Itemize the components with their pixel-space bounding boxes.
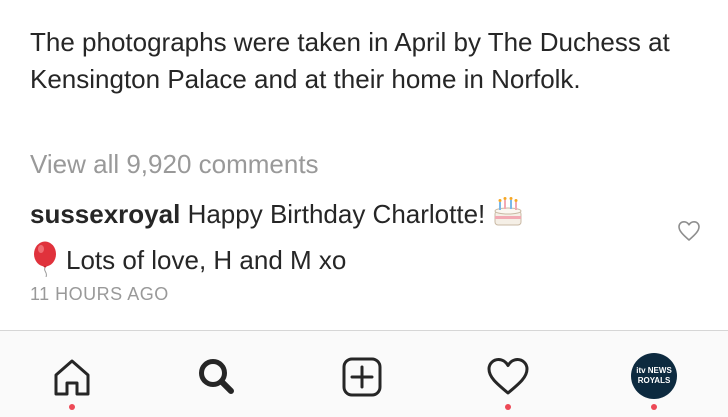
instagram-post-screen: The photographs were taken in April by T… bbox=[0, 0, 728, 417]
comment-text-line1: Happy Birthday Charlotte! bbox=[187, 199, 486, 229]
comment-text-line2: Lots of love, H and M xo bbox=[66, 245, 347, 275]
profile-avatar: itv NEWS ROYALS bbox=[631, 353, 677, 399]
profile-notification-dot bbox=[651, 404, 657, 410]
nav-home[interactable] bbox=[42, 345, 102, 415]
avatar-text-line2: ROYALS bbox=[637, 376, 671, 385]
view-all-comments-link[interactable]: View all 9,920 comments bbox=[30, 146, 319, 182]
post-timestamp: 11 HOURS AGO bbox=[30, 284, 169, 304]
home-notification-dot bbox=[69, 404, 75, 410]
nav-activity[interactable] bbox=[478, 345, 538, 415]
new-post-icon bbox=[342, 357, 382, 397]
comment-username[interactable]: sussexroyal bbox=[30, 199, 180, 229]
search-icon bbox=[199, 359, 234, 394]
bottom-nav-bar: itv NEWS ROYALS bbox=[0, 331, 728, 417]
comment: sussexroyal Happy Birthday Charlotte! Lo… bbox=[30, 194, 650, 288]
birthday-cake-icon bbox=[491, 195, 525, 240]
nav-new-post[interactable] bbox=[332, 345, 392, 415]
home-icon bbox=[54, 359, 90, 396]
like-comment-heart-icon[interactable] bbox=[677, 219, 701, 243]
activity-notification-dot bbox=[505, 404, 511, 410]
nav-search[interactable] bbox=[186, 345, 246, 415]
avatar-text-line1: itv NEWS bbox=[636, 366, 672, 375]
activity-heart-icon bbox=[487, 358, 529, 395]
balloon-icon bbox=[30, 241, 60, 288]
nav-profile[interactable]: itv NEWS ROYALS bbox=[624, 345, 684, 415]
post-caption: The photographs were taken in April by T… bbox=[30, 27, 670, 94]
